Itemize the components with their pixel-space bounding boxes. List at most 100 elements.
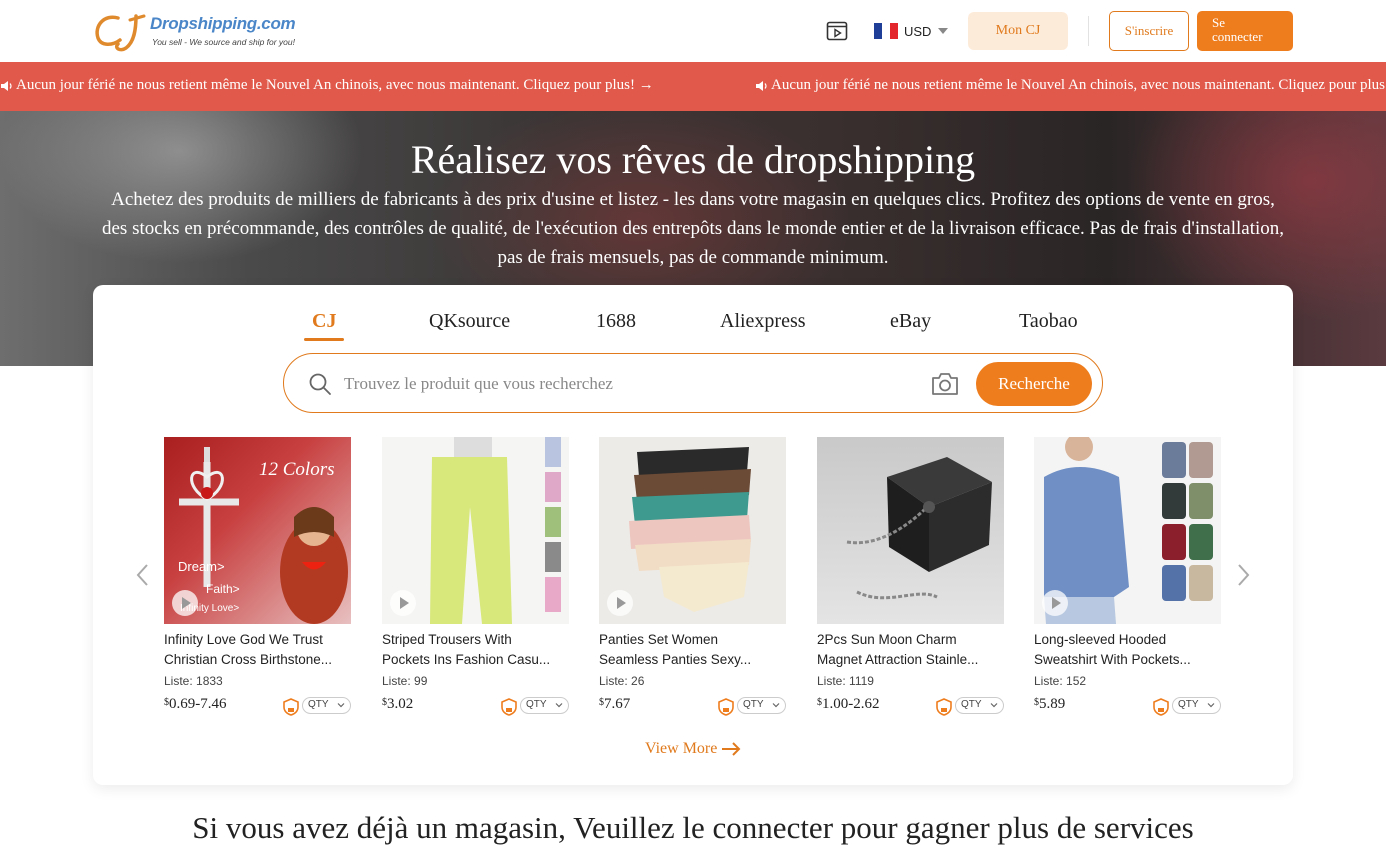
product-list-count: Liste: 1119 bbox=[817, 674, 874, 688]
play-icon[interactable] bbox=[172, 590, 198, 616]
banner-message-repeat[interactable]: Aucun jour férié ne nous retient même le… bbox=[755, 77, 1386, 94]
qty-label: QTY bbox=[961, 699, 982, 710]
chevron-down-icon bbox=[337, 703, 345, 708]
qty-selector[interactable]: QTY bbox=[737, 697, 786, 714]
shield-icon bbox=[283, 698, 299, 716]
login-label-line1: Se bbox=[1212, 15, 1225, 30]
camera-icon[interactable] bbox=[930, 370, 960, 398]
product-card[interactable]: Long-sleeved Hooded Sweatshirt With Pock… bbox=[1034, 437, 1221, 717]
search-button[interactable]: Recherche bbox=[976, 362, 1092, 406]
play-icon[interactable] bbox=[1042, 590, 1068, 616]
qty-label: QTY bbox=[1178, 699, 1199, 710]
product-title-line2: Magnet Attraction Stainle... bbox=[817, 652, 979, 667]
product-title[interactable]: Striped Trousers With Pockets Ins Fashio… bbox=[382, 630, 572, 670]
caret-down-icon bbox=[938, 28, 949, 34]
section-title: Si vous avez déjà un magasin, Veuillez l… bbox=[192, 810, 1194, 845]
qty-label: QTY bbox=[743, 699, 764, 710]
tab-1688[interactable]: 1688 bbox=[596, 310, 636, 333]
video-icon[interactable] bbox=[826, 20, 848, 42]
product-title-line1: 2Pcs Sun Moon Charm bbox=[817, 632, 957, 647]
price-value: 7.67 bbox=[604, 696, 631, 712]
search-bar: Recherche bbox=[283, 353, 1103, 413]
arrow-left-icon[interactable] bbox=[133, 560, 153, 590]
arrow-right-small-icon bbox=[722, 742, 741, 756]
header: Dropshipping.com You sell - We source an… bbox=[0, 0, 1386, 62]
hero-description: Achetez des produits de milliers de fabr… bbox=[102, 189, 1284, 268]
logo[interactable]: Dropshipping.com You sell - We source an… bbox=[92, 10, 322, 54]
product-image[interactable] bbox=[817, 437, 1004, 624]
active-tab-indicator bbox=[304, 338, 344, 341]
qty-selector[interactable]: QTY bbox=[1172, 697, 1221, 714]
product-price: $5.89 bbox=[1034, 696, 1065, 713]
chevron-down-icon bbox=[990, 703, 998, 708]
price-value: 3.02 bbox=[387, 696, 414, 712]
shield-icon bbox=[718, 698, 734, 716]
product-title[interactable]: Panties Set Women Seamless Panties Sexy.… bbox=[599, 630, 789, 670]
tab-cj[interactable]: CJ bbox=[312, 310, 336, 333]
view-more-label: View More bbox=[645, 740, 718, 757]
list-count: 26 bbox=[631, 674, 645, 688]
product-image[interactable] bbox=[382, 437, 569, 624]
list-label: Liste: bbox=[817, 674, 846, 688]
product-title-line2: Christian Cross Birthstone... bbox=[164, 652, 333, 667]
logo-tagline: You sell - We source and ship for you! bbox=[152, 37, 296, 47]
product-title-line1: Infinity Love God We Trust bbox=[164, 632, 323, 647]
product-card[interactable]: 12 Colors Dream> Faith> Infinity Love> I… bbox=[164, 437, 351, 717]
qty-selector[interactable]: QTY bbox=[520, 697, 569, 714]
product-title-line1: Long-sleeved Hooded bbox=[1034, 632, 1167, 647]
chevron-down-icon bbox=[555, 703, 563, 708]
currency-label: USD bbox=[904, 23, 932, 39]
list-label: Liste: bbox=[1034, 674, 1063, 688]
banner-text: Aucun jour férié ne nous retient même le… bbox=[16, 77, 654, 93]
shield-icon bbox=[1153, 698, 1169, 716]
product-title-line1: Striped Trousers With bbox=[382, 632, 512, 647]
header-divider bbox=[1088, 16, 1089, 46]
speaker-icon bbox=[1, 80, 12, 91]
play-icon[interactable] bbox=[607, 590, 633, 616]
product-image[interactable] bbox=[599, 437, 786, 624]
qty-selector[interactable]: QTY bbox=[955, 697, 1004, 714]
login-label-line2: connecter bbox=[1212, 29, 1263, 44]
search-input[interactable] bbox=[344, 373, 904, 395]
product-card[interactable]: 2Pcs Sun Moon Charm Magnet Attraction St… bbox=[817, 437, 1004, 717]
signup-button[interactable]: S'inscrire bbox=[1109, 11, 1189, 51]
shield-icon bbox=[501, 698, 517, 716]
product-list-count: Liste: 152 bbox=[1034, 674, 1086, 688]
product-title-line2: Seamless Panties Sexy... bbox=[599, 652, 752, 667]
shield-icon bbox=[936, 698, 952, 716]
list-count: 1833 bbox=[196, 674, 223, 688]
tab-qksource[interactable]: QKsource bbox=[429, 310, 510, 333]
currency-selector[interactable]: USD bbox=[874, 21, 949, 41]
product-title[interactable]: Long-sleeved Hooded Sweatshirt With Pock… bbox=[1034, 630, 1224, 670]
product-title[interactable]: Infinity Love God We Trust Christian Cro… bbox=[164, 630, 354, 670]
play-icon[interactable] bbox=[390, 590, 416, 616]
product-image[interactable]: 12 Colors Dream> Faith> Infinity Love> bbox=[164, 437, 351, 624]
login-button[interactable]: Se connecter bbox=[1197, 11, 1293, 51]
qty-label: QTY bbox=[308, 699, 329, 710]
view-more-link[interactable]: View More bbox=[645, 740, 741, 758]
arrow-right-icon[interactable] bbox=[1233, 560, 1253, 590]
mon-cj-button[interactable]: Mon CJ bbox=[968, 12, 1068, 50]
banner-text-repeat: Aucun jour férié ne nous retient même le… bbox=[771, 77, 1386, 93]
product-image[interactable] bbox=[1034, 437, 1221, 624]
announcement-banner[interactable]: Aucun jour férié ne nous retient même le… bbox=[0, 62, 1386, 111]
product-list-count: Liste: 99 bbox=[382, 674, 427, 688]
product-card[interactable]: Panties Set Women Seamless Panties Sexy.… bbox=[599, 437, 786, 717]
list-count: 99 bbox=[414, 674, 428, 688]
france-flag-icon bbox=[874, 23, 898, 39]
speaker-icon bbox=[756, 80, 767, 91]
tab-taobao[interactable]: Taobao bbox=[1019, 310, 1078, 333]
product-price: $0.69-7.46 bbox=[164, 696, 227, 713]
tab-aliexpress[interactable]: Aliexpress bbox=[720, 310, 806, 333]
product-title-line2: Pockets Ins Fashion Casu... bbox=[382, 652, 551, 667]
product-image-text: 12 Colors bbox=[259, 459, 335, 480]
product-card[interactable]: Striped Trousers With Pockets Ins Fashio… bbox=[382, 437, 569, 717]
list-label: Liste: bbox=[599, 674, 628, 688]
product-price: $7.67 bbox=[599, 696, 630, 713]
tab-ebay[interactable]: eBay bbox=[890, 310, 931, 333]
price-value: 5.89 bbox=[1039, 696, 1066, 712]
product-list-count: Liste: 1833 bbox=[164, 674, 223, 688]
qty-selector[interactable]: QTY bbox=[302, 697, 351, 714]
product-title[interactable]: 2Pcs Sun Moon Charm Magnet Attraction St… bbox=[817, 630, 1007, 670]
banner-message[interactable]: Aucun jour férié ne nous retient même le… bbox=[0, 77, 654, 94]
